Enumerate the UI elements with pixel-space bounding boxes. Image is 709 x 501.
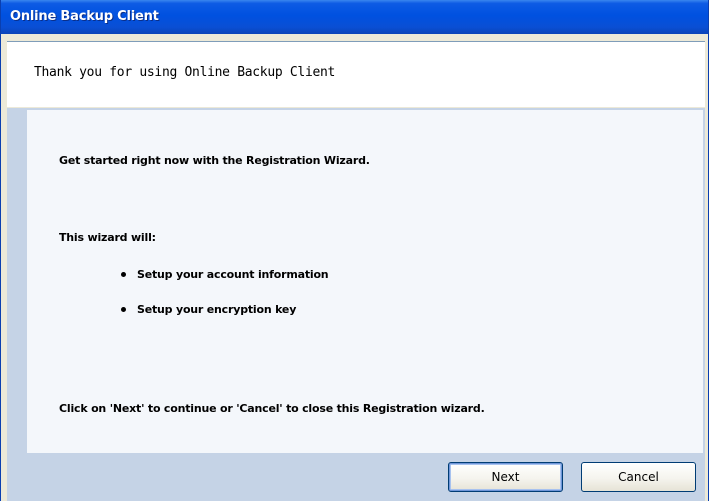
list-item-label: Setup your encryption key	[137, 303, 297, 316]
bullet-icon	[121, 307, 126, 312]
instruction-text: Click on 'Next' to continue or 'Cancel' …	[59, 402, 485, 415]
cancel-button-label: Cancel	[618, 470, 659, 484]
bullet-icon	[121, 272, 126, 277]
content-panel: Get started right now with the Registrat…	[7, 108, 705, 455]
header-title: Thank you for using Online Backup Client	[34, 65, 336, 80]
list-item-label: Setup your account information	[137, 268, 329, 281]
registration-wizard-window: Online Backup Client Thank you for using…	[0, 0, 709, 501]
wizard-header: Thank you for using Online Backup Client	[7, 41, 705, 107]
next-button-label: Next	[491, 470, 520, 484]
window-title: Online Backup Client	[10, 9, 159, 24]
content-body: Get started right now with the Registrat…	[27, 110, 703, 453]
next-button[interactable]: Next	[448, 462, 563, 492]
cancel-button[interactable]: Cancel	[581, 462, 696, 492]
button-bar: Next Cancel	[7, 455, 705, 501]
title-bar[interactable]: Online Backup Client	[1, 0, 708, 34]
